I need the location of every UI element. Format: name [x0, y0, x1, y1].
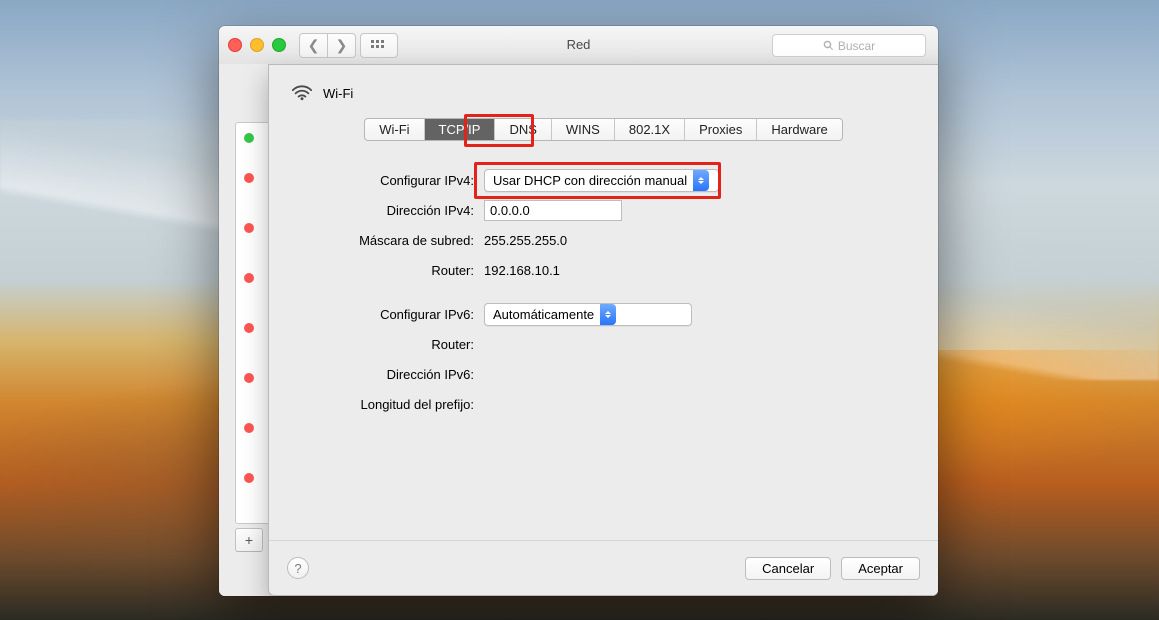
tab-proxies[interactable]: Proxies	[685, 119, 757, 140]
search-input[interactable]: Buscar	[772, 34, 926, 57]
tab-wifi[interactable]: Wi-Fi	[365, 119, 424, 140]
label-subnet-mask: Máscara de subred:	[269, 233, 480, 248]
label-prefix-length: Longitud del prefijo:	[269, 397, 480, 412]
status-dot-icon	[244, 273, 254, 283]
system-prefs-window: ❮ ❯ Red Buscar +	[219, 26, 938, 596]
status-dot-icon	[244, 223, 254, 233]
label-config-ipv6: Configurar IPv6:	[269, 307, 480, 322]
value-subnet-mask: 255.255.255.0	[480, 233, 567, 248]
wifi-icon	[291, 83, 313, 104]
tab-wins[interactable]: WINS	[552, 119, 615, 140]
add-service-button[interactable]: +	[235, 528, 263, 552]
titlebar: ❮ ❯ Red Buscar	[219, 26, 938, 65]
select-config-ipv4[interactable]: Usar DHCP con dirección manual	[484, 169, 719, 192]
status-dot-icon	[244, 323, 254, 333]
select-value: Usar DHCP con dirección manual	[493, 173, 687, 188]
chevron-updown-icon	[693, 170, 709, 191]
label-router-ipv4: Router:	[269, 263, 480, 278]
desktop-wallpaper: ❮ ❯ Red Buscar +	[0, 0, 1159, 620]
status-dot-icon	[244, 173, 254, 183]
chevron-updown-icon	[600, 304, 616, 325]
status-dot-icon	[244, 373, 254, 383]
label-config-ipv4: Configurar IPv4:	[269, 173, 480, 188]
advanced-sheet: Wi-Fi Wi-Fi TCP/IP DNS WINS 802.1X Proxi…	[268, 64, 938, 596]
status-dot-icon	[244, 133, 254, 143]
tab-tcpip[interactable]: TCP/IP	[425, 119, 496, 140]
status-dot-icon	[244, 473, 254, 483]
input- ipv4-address[interactable]	[484, 200, 622, 221]
tab-dns[interactable]: DNS	[495, 119, 551, 140]
label-ipv4-address: Dirección IPv4:	[269, 203, 480, 218]
help-button[interactable]: ?	[287, 557, 309, 579]
ok-button[interactable]: Aceptar	[841, 557, 920, 580]
connection-name: Wi-Fi	[323, 86, 353, 101]
status-dot-icon	[244, 423, 254, 433]
select-config-ipv6[interactable]: Automáticamente	[484, 303, 692, 326]
search-placeholder: Buscar	[838, 39, 875, 53]
label-router-ipv6: Router:	[269, 337, 480, 352]
select-value: Automáticamente	[493, 307, 594, 322]
tab-hardware[interactable]: Hardware	[757, 119, 841, 140]
sheet-footer: ? Cancelar Aceptar	[269, 540, 938, 595]
tab-8021x[interactable]: 802.1X	[615, 119, 685, 140]
value-router-ipv4: 192.168.10.1	[480, 263, 560, 278]
label-ipv6-address: Dirección IPv6:	[269, 367, 480, 382]
tabs: Wi-Fi TCP/IP DNS WINS 802.1X Proxies Har…	[364, 118, 843, 141]
cancel-button[interactable]: Cancelar	[745, 557, 831, 580]
tcpip-form: Configurar IPv4: Usar DHCP con dirección…	[269, 165, 938, 419]
